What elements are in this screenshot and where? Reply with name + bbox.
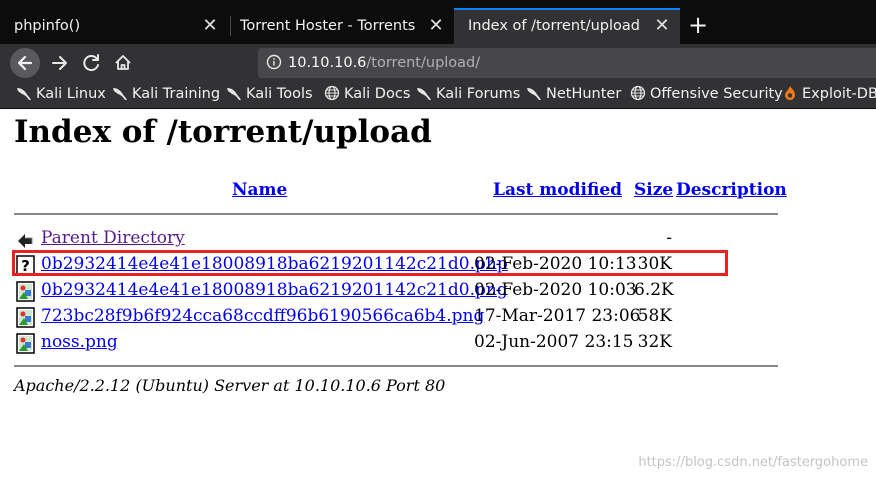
image-file-icon (16, 281, 35, 302)
url-text[interactable]: 10.10.10.6/torrent/upload/ (288, 48, 480, 78)
divider (14, 365, 778, 367)
file-size: 6.2K (634, 280, 674, 300)
parent-directory-link[interactable]: Parent Directory (41, 228, 185, 248)
url-host: 10.10.10.6 (288, 55, 367, 71)
image-file-icon (16, 307, 35, 328)
highlight-box (12, 250, 728, 276)
tab-phpinfo[interactable]: phpinfo() ✕ (0, 8, 228, 44)
close-tab-icon[interactable]: ✕ (202, 8, 218, 44)
site-info-icon[interactable] (266, 54, 282, 70)
table-row: 723bc28f9b6f924cca68ccdff96b6190566ca6b4… (0, 304, 876, 330)
tab-bar: phpinfo() ✕ Torrent Hoster - Torrents ✕ … (0, 0, 876, 44)
tab-title: phpinfo() (14, 18, 81, 34)
file-link[interactable]: 723bc28f9b6f924cca68ccdff96b6190566ca6b4… (41, 306, 484, 326)
column-header-name[interactable]: Name (232, 180, 287, 200)
kali-dragon-icon (113, 88, 127, 100)
close-tab-icon[interactable]: ✕ (654, 10, 670, 42)
reload-button[interactable] (78, 49, 106, 77)
bookmark-label: Kali Training (132, 86, 221, 102)
column-header-size[interactable]: Size (634, 180, 673, 200)
bookmark-kali-forums[interactable]: Kali Forums (416, 82, 520, 108)
bookmark-kali-docs[interactable]: Kali Docs (324, 82, 410, 108)
back-arrow-icon (17, 55, 33, 71)
back-folder-icon (18, 234, 33, 248)
bookmark-offensive-security[interactable]: Offensive Security (630, 82, 783, 108)
column-header-last-modified[interactable]: Last modified (493, 180, 622, 200)
parent-directory-row: Parent Directory - (0, 226, 876, 252)
file-modified: 02-Feb-2020 10:03 (474, 280, 637, 300)
close-tab-icon[interactable]: ✕ (428, 8, 444, 44)
server-signature: Apache/2.2.12 (Ubuntu) Server at 10.10.1… (14, 376, 446, 395)
tab-title: Index of /torrent/upload (468, 18, 640, 34)
divider (14, 213, 778, 215)
bookmark-label: Offensive Security (650, 86, 783, 102)
bookmarks-toolbar: Kali Linux Kali Training Kali Tools Kali… (0, 82, 876, 109)
file-link[interactable]: noss.png (41, 332, 118, 352)
bookmark-exploit-db[interactable]: Exploit-DB (782, 82, 876, 108)
kali-dragon-icon (227, 88, 241, 100)
bookmark-nethunter[interactable]: NetHunter (526, 82, 621, 108)
tab-torrent-hoster[interactable]: Torrent Hoster - Torrents ✕ (226, 8, 454, 44)
bookmark-label: Kali Forums (436, 86, 521, 102)
file-size: - (666, 228, 672, 248)
kali-dragon-icon (417, 88, 431, 100)
navigation-bar: 10.10.10.6/torrent/upload/ (0, 44, 876, 82)
table-row: noss.png 02-Jun-2007 23:15 32K (0, 330, 876, 356)
url-bar[interactable]: 10.10.10.6/torrent/upload/ (258, 48, 876, 78)
globe-icon (324, 85, 340, 101)
bookmark-label: Kali Tools (246, 86, 313, 102)
new-tab-button[interactable]: + (686, 8, 710, 44)
bookmark-label: Kali Linux (36, 86, 106, 102)
file-modified: 17-Mar-2017 23:06 (474, 306, 641, 326)
url-path: /torrent/upload/ (366, 55, 481, 71)
back-button[interactable] (10, 48, 40, 78)
home-icon (115, 55, 131, 70)
kali-dragon-icon (527, 88, 541, 100)
exploitdb-icon (785, 86, 795, 100)
forward-button[interactable] (46, 49, 74, 77)
bookmark-kali-training[interactable]: Kali Training (112, 82, 220, 108)
bookmark-label: Exploit-DB (802, 86, 876, 102)
page-content: Index of /torrent/upload Name Last modif… (0, 108, 876, 480)
image-file-icon (16, 333, 35, 354)
bookmark-kali-tools[interactable]: Kali Tools (226, 82, 313, 108)
page-title: Index of /torrent/upload (14, 114, 432, 150)
bookmark-kali-linux[interactable]: Kali Linux (16, 82, 106, 108)
file-size: 58K (637, 306, 672, 326)
tab-title: Torrent Hoster - Torrents (240, 18, 416, 34)
file-modified: 02-Jun-2007 23:15 (474, 332, 634, 352)
file-link[interactable]: 0b2932414e4e41e18008918ba6219201142c21d0… (41, 280, 508, 300)
forward-arrow-icon (52, 56, 67, 70)
file-size: 32K (637, 332, 672, 352)
watermark: https://blog.csdn.net/fastergohome (638, 455, 868, 470)
column-header-description[interactable]: Description (676, 180, 787, 200)
globe-icon (630, 85, 646, 101)
kali-dragon-icon (17, 88, 31, 100)
home-button[interactable] (109, 49, 137, 77)
tab-index-upload[interactable]: Index of /torrent/upload ✕ (454, 8, 680, 44)
table-row: 0b2932414e4e41e18008918ba6219201142c21d0… (0, 278, 876, 304)
bookmark-label: NetHunter (546, 86, 622, 102)
reload-icon (83, 54, 99, 72)
bookmark-label: Kali Docs (344, 86, 411, 102)
